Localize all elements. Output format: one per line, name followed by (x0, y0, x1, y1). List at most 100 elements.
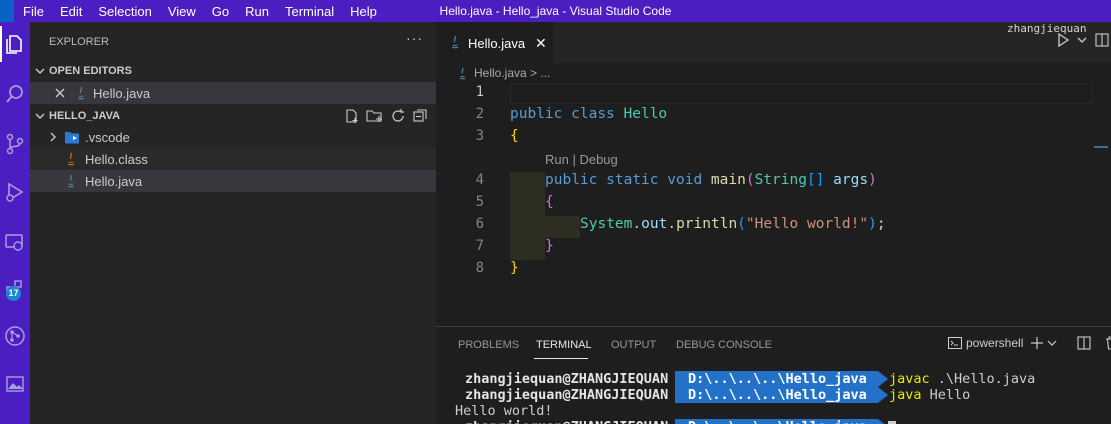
bottom-panel: PROBLEMS TERMINAL OUTPUT DEBUG CONSOLE p… (436, 326, 1111, 424)
tree-item-hello-class[interactable]: Hello.class (30, 148, 436, 170)
code-line: { (510, 128, 519, 144)
editor-tabs: Hello.java ✕ zhangjiequan (436, 22, 1111, 63)
brace: { (510, 128, 519, 144)
keyword: public (545, 172, 598, 188)
current-line-highlight (510, 84, 1092, 104)
chevron-down-icon (35, 113, 45, 119)
line-number: 1 (475, 84, 484, 100)
tab-output[interactable]: OUTPUT (611, 339, 656, 351)
paren: ( (745, 172, 755, 188)
menu-terminal[interactable]: Terminal (285, 4, 334, 19)
code-line: } (545, 238, 554, 254)
terminal-command: java Hello (889, 387, 970, 403)
new-file-icon[interactable] (344, 108, 360, 124)
program-output: Hello world! (455, 403, 553, 419)
code-line: System.out.println("Hello world!"); (580, 216, 886, 232)
class-name: Hello (623, 106, 668, 122)
tab-close-button[interactable]: ✕ (535, 35, 547, 52)
tab-terminal[interactable]: TERMINAL (536, 339, 592, 351)
menu-file[interactable]: File (23, 4, 44, 19)
folder-header[interactable]: HELLO_JAVA (30, 105, 436, 127)
panel-actions: powershell (948, 336, 1111, 350)
prompt-path: D:\..\..\..\Hello_java (675, 371, 888, 387)
menu-go[interactable]: Go (212, 4, 229, 19)
method-name: main (710, 172, 746, 188)
explorer-icon[interactable] (0, 24, 30, 64)
new-folder-icon[interactable] (366, 108, 384, 124)
title-bar: File Edit Selection View Go Run Terminal… (0, 0, 1111, 22)
breadcrumb-path: Hello.java > ... (474, 66, 551, 80)
chevron-down-icon[interactable] (1047, 338, 1057, 348)
sidebar-header: EXPLORER ··· (30, 22, 436, 62)
terminal-line: zhangjiequan@ZHANGJIEQUAN D:\..\..\..\He… (436, 387, 970, 403)
image-preview-icon[interactable] (0, 364, 30, 404)
type-name: String (754, 172, 807, 188)
method-call: println (676, 216, 738, 232)
tab-debug-console[interactable]: DEBUG CONSOLE (676, 339, 772, 351)
git-graph-icon[interactable] (0, 316, 30, 356)
tab-hello-java[interactable]: Hello.java ✕ (436, 22, 553, 63)
source-control-icon[interactable] (0, 124, 30, 164)
overview-ruler-mark (1094, 146, 1108, 148)
line-number: 5 (475, 194, 484, 210)
command-name: java (889, 387, 922, 403)
close-icon[interactable] (55, 88, 65, 98)
brace: } (510, 260, 519, 276)
split-terminal-icon[interactable] (1077, 336, 1091, 350)
menu-run[interactable]: Run (245, 4, 269, 19)
code-editor[interactable]: 1 2 3 4 5 6 7 8 public class Hello { Run… (436, 84, 1111, 326)
line-number: 6 (475, 216, 484, 232)
line-number: 7 (475, 238, 484, 254)
open-editors-header[interactable]: OPEN EDITORS (30, 60, 436, 82)
paren: ) (868, 172, 877, 188)
tab-problems[interactable]: PROBLEMS (458, 339, 519, 351)
new-terminal-icon[interactable] (1031, 337, 1044, 349)
active-indicator (0, 26, 2, 62)
breadcrumb[interactable]: Hello.java > ... (436, 63, 1111, 85)
shell-name[interactable]: powershell (966, 336, 1023, 350)
string-literal: "Hello world!" (745, 216, 869, 232)
editor-actions (1057, 33, 1109, 47)
indent-guide (545, 216, 580, 238)
run-debug-icon[interactable] (0, 172, 30, 212)
vscode-logo-icon (0, 0, 14, 22)
line-number: 2 (475, 106, 484, 122)
menu-bar: File Edit Selection View Go Run Terminal… (23, 0, 393, 22)
split-editor-icon[interactable] (1095, 33, 1109, 47)
vscode-folder-icon (65, 132, 79, 144)
field-ref: out (641, 216, 668, 232)
line-number: 4 (475, 172, 484, 188)
menu-help[interactable]: Help (350, 4, 377, 19)
search-icon[interactable] (0, 74, 30, 114)
tree-item-hello-java[interactable]: Hello.java (30, 170, 436, 192)
run-icon[interactable] (1057, 33, 1069, 47)
menu-selection[interactable]: Selection (98, 4, 151, 19)
extensions-icon[interactable]: 17 (0, 270, 30, 310)
remote-explorer-icon[interactable] (0, 222, 30, 262)
menu-view[interactable]: View (168, 4, 196, 19)
code-line: { (545, 194, 554, 210)
command-args: .\Hello.java (929, 371, 1036, 387)
menu-edit[interactable]: Edit (60, 4, 82, 19)
java-class-icon (67, 152, 75, 166)
tree-item-label: Hello.java (85, 174, 143, 189)
trash-icon[interactable] (1105, 336, 1111, 350)
codelens-run-debug[interactable]: Run | Debug (545, 152, 618, 167)
chevron-right-icon (50, 132, 56, 142)
tree-item-label: Hello.class (85, 152, 148, 167)
more-actions-button[interactable]: ··· (406, 30, 423, 46)
keyword: public (510, 106, 563, 122)
active-tab-underline (534, 358, 588, 359)
open-editor-item[interactable]: Hello.java (30, 82, 436, 104)
open-editor-label: Hello.java (93, 86, 151, 101)
collapse-all-icon[interactable] (412, 108, 428, 124)
chevron-down-icon (35, 68, 45, 74)
activity-bar: 17 (0, 22, 30, 424)
java-file-icon (67, 174, 75, 188)
chevron-down-icon[interactable] (1077, 35, 1087, 45)
java-file-icon (77, 86, 85, 100)
prompt-user: zhangjiequan@ZHANGJIEQUAN (465, 371, 669, 387)
refresh-icon[interactable] (390, 108, 406, 124)
terminal-icon (948, 337, 962, 349)
tree-item-vscode[interactable]: .vscode (30, 126, 436, 148)
